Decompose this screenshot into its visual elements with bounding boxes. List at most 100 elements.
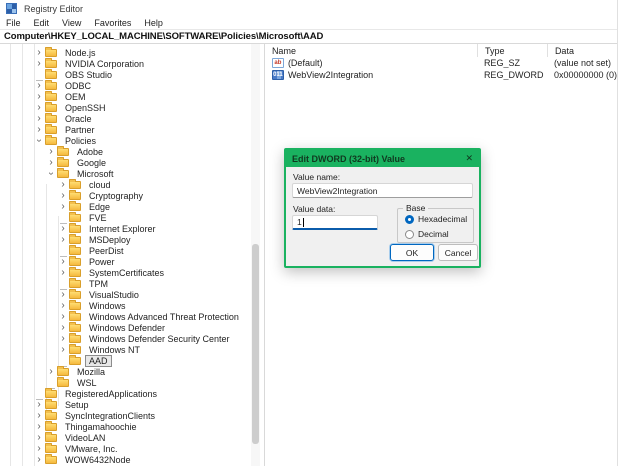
tree-item-msdeploy[interactable]: ›MSDeploy [0,234,264,245]
column-header-type[interactable]: Type [477,44,547,57]
value-row--default-[interactable]: ab(Default)REG_SZ(value not set) [265,57,617,69]
chevron-right-icon[interactable]: › [34,411,44,420]
folder-icon [45,115,57,123]
chevron-right-icon[interactable]: › [58,224,68,233]
column-header-name[interactable]: Name [265,44,477,57]
radio-unselected-icon[interactable] [405,230,414,239]
chevron-right-icon[interactable]: › [34,92,44,101]
tree-item-cryptography[interactable]: ›Cryptography [0,190,264,201]
tree-item-nvidia-corporation[interactable]: ›NVIDIA Corporation [0,58,264,69]
tree-item-thingamahoochie[interactable]: ›Thingamahoochie [0,421,264,432]
chevron-right-icon[interactable]: › [34,59,44,68]
tree-item-windows-defender-security-center[interactable]: ›Windows Defender Security Center [0,333,264,344]
dialog-body: Value name: WebView2Integration Value da… [286,167,479,264]
close-icon[interactable]: ✕ [465,154,473,163]
menu-item-favorites[interactable]: Favorites [94,18,131,28]
radio-hexadecimal[interactable]: Hexadecimal [405,214,473,224]
scrollbar-thumb[interactable] [252,244,259,444]
tree-item-windows-defender[interactable]: ›Windows Defender [0,322,264,333]
tree-item-setup[interactable]: ›Setup [0,399,264,410]
dialog-titlebar[interactable]: Edit DWORD (32-bit) Value ✕ [286,150,479,167]
folder-icon [57,368,69,376]
column-header-data[interactable]: Data [547,44,617,57]
tree-item-windows[interactable]: ›Windows [0,300,264,311]
chevron-right-icon[interactable]: › [58,268,68,277]
tree-item-videolan[interactable]: ›VideoLAN [0,432,264,443]
tree-item-cloud[interactable]: ›cloud [0,179,264,190]
tree-item-windows-nt[interactable]: ›Windows NT [0,344,264,355]
tree-item-node-js[interactable]: ›Node.js [0,47,264,58]
tree-item-vmware-inc-[interactable]: ›VMware, Inc. [0,443,264,454]
chevron-down-icon[interactable]: › [35,136,44,146]
tree-item-power[interactable]: ›Power [0,256,264,267]
tree-item-internet-explorer[interactable]: ›Internet Explorer [0,223,264,234]
menu-item-help[interactable]: Help [144,18,163,28]
tree-item-mozilla[interactable]: ›Mozilla [0,366,264,377]
tree-item-wow6432node[interactable]: › WOW6432Node [0,454,264,465]
chevron-right-icon[interactable]: › [34,48,44,57]
menu-item-edit[interactable]: Edit [34,18,50,28]
chevron-right-icon[interactable]: › [34,81,44,90]
tree-item-syncintegrationclients[interactable]: ›SyncIntegrationClients [0,410,264,421]
ok-button[interactable]: OK [390,244,434,261]
tree-item-aad[interactable]: AAD [0,355,264,366]
chevron-right-icon[interactable]: › [58,191,68,200]
address-bar[interactable]: Computer\HKEY_LOCAL_MACHINE\SOFTWARE\Pol… [0,29,617,44]
tree-item-policies[interactable]: ›Policies [0,135,264,146]
tree-item-openssh[interactable]: ›OpenSSH [0,102,264,113]
tree-item-windows-advanced-threat-protection[interactable]: ›Windows Advanced Threat Protection [0,311,264,322]
registry-tree-pane[interactable]: ›Node.js›NVIDIA CorporationOBS Studio›OD… [0,44,265,466]
tree-item-visualstudio[interactable]: ›VisualStudio [0,289,264,300]
tree-item-fve[interactable]: FVE [0,212,264,223]
menu-item-view[interactable]: View [62,18,81,28]
radio-selected-icon[interactable] [405,215,414,224]
tree-item-adobe[interactable]: ›Adobe [0,146,264,157]
chevron-right-icon[interactable]: › [46,367,56,376]
value-data-input[interactable]: 1 [292,215,378,230]
chevron-right-icon[interactable]: › [34,114,44,123]
tree-item-microsoft[interactable]: ›Microsoft [0,168,264,179]
chevron-right-icon[interactable]: › [58,345,68,354]
chevron-right-icon[interactable]: › [58,180,68,189]
radio-decimal[interactable]: Decimal [405,229,473,239]
chevron-right-icon[interactable]: › [46,158,56,167]
chevron-right-icon[interactable]: › [58,202,68,211]
chevron-right-icon[interactable]: › [46,147,56,156]
menu-item-file[interactable]: File [6,18,21,28]
value-row-webview2integration[interactable]: 011WebView2IntegrationREG_DWORD0x0000000… [265,69,617,81]
folder-icon [45,412,57,420]
chevron-right-icon[interactable]: › [34,444,44,453]
tree-item-edge[interactable]: ›Edge [0,201,264,212]
chevron-right-icon[interactable]: › [58,334,68,343]
tree-item-partner[interactable]: ›Partner [0,124,264,135]
tree-item-peerdist[interactable]: PeerDist [0,245,264,256]
chevron-right-icon[interactable]: › [34,103,44,112]
tree-item-wsl[interactable]: WSL [0,377,264,388]
tree-item-systemcertificates[interactable]: ›SystemCertificates [0,267,264,278]
tree-item-oem[interactable]: ›OEM [0,91,264,102]
value-name-text: WebView2Integration [297,186,378,196]
tree-item-label[interactable]: WOW6432Node [61,454,135,466]
tree-item-odbc[interactable]: ›ODBC [0,80,264,91]
tree-item-obs-studio[interactable]: OBS Studio [0,69,264,80]
chevron-down-icon[interactable]: › [47,169,56,179]
tree-item-registeredapplications[interactable]: RegisteredApplications [0,388,264,399]
tree-item-tpm[interactable]: TPM [0,278,264,289]
cancel-button[interactable]: Cancel [438,244,478,261]
chevron-right-icon[interactable]: › [34,422,44,431]
tree-item-google[interactable]: ›Google [0,157,264,168]
tree-vertical-scrollbar[interactable] [251,44,260,466]
chevron-right-icon[interactable]: › [34,455,44,464]
chevron-right-icon[interactable]: › [58,290,68,299]
chevron-right-icon[interactable]: › [58,235,68,244]
tree-item-oracle[interactable]: ›Oracle [0,113,264,124]
chevron-right-icon[interactable]: › [58,301,68,310]
chevron-right-icon[interactable]: › [34,125,44,134]
chevron-right-icon[interactable]: › [58,257,68,266]
chevron-right-icon[interactable]: › [34,400,44,409]
address-path[interactable]: Computer\HKEY_LOCAL_MACHINE\SOFTWARE\Pol… [4,31,323,42]
chevron-right-icon[interactable]: › [58,312,68,321]
chevron-right-icon[interactable]: › [34,433,44,442]
chevron-right-icon[interactable]: › [58,323,68,332]
value-name-field[interactable]: WebView2Integration [292,183,473,198]
